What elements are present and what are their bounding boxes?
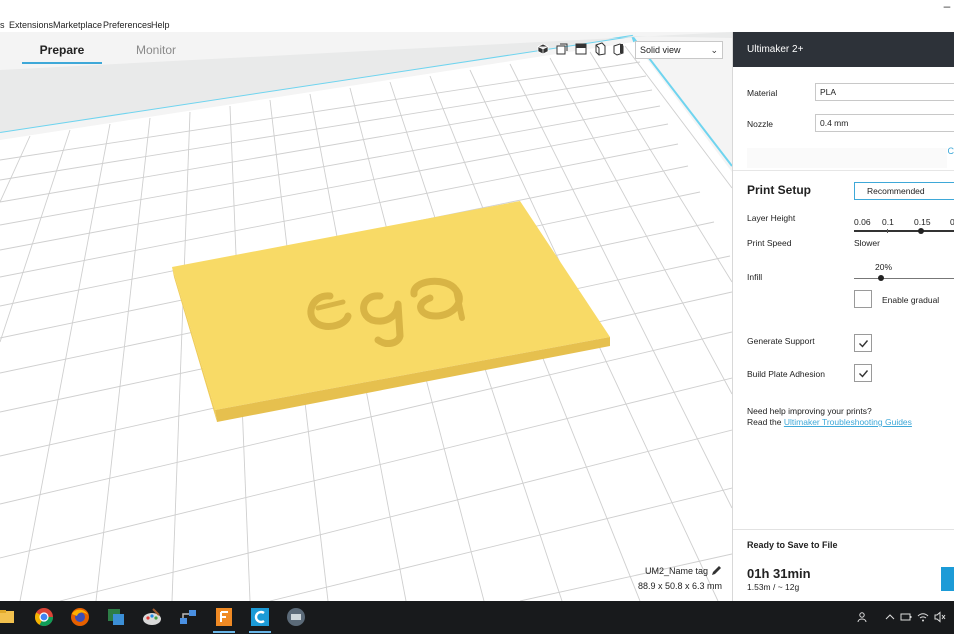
3d-view-icon[interactable] xyxy=(536,42,550,56)
chevron-up-icon[interactable] xyxy=(884,611,896,623)
tab-monitor[interactable]: Monitor xyxy=(118,42,194,64)
battery-icon[interactable] xyxy=(900,611,912,623)
troubleshooting-guides-link[interactable]: Ultimaker Troubleshooting Guides xyxy=(784,417,912,427)
settings-sidebar: Ultimaker 2+ Material PLA Nozzle 0.4 mm … xyxy=(732,32,954,601)
menu-item-marketplace[interactable]: Marketplace xyxy=(53,20,102,30)
layer-height-tick: 0 xyxy=(950,217,954,227)
material-label: Material xyxy=(747,88,778,98)
infill-value: 20% xyxy=(875,262,893,272)
right-view-icon[interactable] xyxy=(612,42,626,56)
view-mode-value: Solid view xyxy=(640,45,681,55)
pencil-icon[interactable] xyxy=(711,565,722,576)
layer-height-slider-track[interactable] xyxy=(854,230,954,232)
windows-taskbar xyxy=(0,601,954,634)
menu-item-help[interactable]: Help xyxy=(151,20,170,30)
print-speed-value: Slower xyxy=(854,238,880,248)
firefox-icon[interactable] xyxy=(69,606,91,628)
faded-row xyxy=(747,148,947,168)
infill-slider-track[interactable] xyxy=(854,278,954,279)
paint-icon[interactable] xyxy=(141,606,163,628)
object-name: UM2_Name tag xyxy=(644,566,708,576)
print-estimate: 01h 31min 1.53m / ~ 12g xyxy=(733,562,954,601)
enable-gradual-label: Enable gradual xyxy=(882,295,940,305)
divider xyxy=(733,170,954,171)
title-bar: – xyxy=(0,0,954,18)
cura-icon[interactable] xyxy=(249,606,271,628)
help-read-prefix: Read the xyxy=(747,417,782,427)
generate-support-label: Generate Support xyxy=(747,336,815,346)
menu-item-preferences[interactable]: Preferences xyxy=(103,20,152,30)
chevron-down-icon: ⌄ xyxy=(710,45,718,55)
troubleshooting-help: Need help improving your prints? Read th… xyxy=(747,406,912,428)
layer-height-tick: 0.1 xyxy=(882,217,894,227)
menu-bar: s Extensions Marketplace Preferences Hel… xyxy=(0,18,954,32)
top-view-icon[interactable] xyxy=(574,42,588,56)
layer-height-label: Layer Height xyxy=(747,213,796,223)
faded-link[interactable]: C xyxy=(948,146,954,156)
network-icon[interactable] xyxy=(177,606,199,628)
layer-height-tick: 0.15 xyxy=(914,217,931,227)
save-to-file-button[interactable] xyxy=(941,567,954,591)
printer-selector[interactable]: Ultimaker 2+ xyxy=(733,32,954,67)
print-time: 01h 31min xyxy=(747,566,811,581)
app-icon[interactable] xyxy=(105,606,127,628)
view-mode-select[interactable]: Solid view ⌄ xyxy=(635,41,723,59)
ready-to-save-label: Ready to Save to File xyxy=(733,529,954,562)
checkmark-icon xyxy=(859,340,869,348)
cura-window: – s Extensions Marketplace Preferences H… xyxy=(0,0,954,634)
object-dimensions: 88.9 x 50.8 x 6.3 mm xyxy=(637,581,722,591)
recommended-mode-button[interactable]: Recommended xyxy=(854,182,954,200)
build-plate-viewport[interactable]: Prepare Monitor Solid view ⌄ UM2_Name ta… xyxy=(0,32,732,601)
slider-tick xyxy=(887,229,888,233)
wifi-icon[interactable] xyxy=(917,611,929,623)
menu-item-extensions[interactable]: Extensions xyxy=(9,20,53,30)
tab-prepare[interactable]: Prepare xyxy=(22,42,102,64)
build-plate-adhesion-checkbox[interactable] xyxy=(854,364,872,382)
object-name-wrap: UM2_Name tag xyxy=(638,566,722,576)
nozzle-label: Nozzle xyxy=(747,119,773,129)
infill-slider-handle[interactable] xyxy=(878,275,885,281)
object-info: UM2_Name tag 88.9 x 50.8 x 6.3 mm xyxy=(638,566,722,591)
print-setup-title: Print Setup xyxy=(747,183,812,197)
front-view-icon[interactable] xyxy=(555,42,569,56)
material-select[interactable]: PLA xyxy=(815,83,954,101)
volume-muted-icon[interactable] xyxy=(934,611,946,623)
file-explorer-icon[interactable] xyxy=(0,606,20,628)
build-plate-scene xyxy=(0,32,732,601)
nozzle-select[interactable]: 0.4 mm xyxy=(815,114,954,132)
people-icon[interactable] xyxy=(857,611,869,623)
checkmark-icon xyxy=(859,370,869,378)
left-view-icon[interactable] xyxy=(593,42,607,56)
layer-height-slider-handle[interactable] xyxy=(918,228,924,234)
generate-support-checkbox[interactable] xyxy=(854,334,872,352)
help-read-line: Read the Ultimaker Troubleshooting Guide… xyxy=(747,417,912,428)
chrome-icon[interactable] xyxy=(33,606,55,628)
active-indicator xyxy=(213,631,235,633)
infill-label: Infill xyxy=(747,272,763,282)
app2-icon[interactable] xyxy=(285,606,307,628)
minimize-button[interactable]: – xyxy=(940,0,954,16)
layer-height-tick: 0.06 xyxy=(854,217,871,227)
active-indicator xyxy=(249,631,271,633)
f-app-icon[interactable] xyxy=(213,606,235,628)
help-question: Need help improving your prints? xyxy=(747,406,872,416)
material-estimate: 1.53m / ~ 12g xyxy=(747,582,800,592)
print-speed-label: Print Speed xyxy=(747,238,792,248)
enable-gradual-checkbox[interactable] xyxy=(854,290,872,308)
build-plate-adhesion-label: Build Plate Adhesion xyxy=(747,369,825,379)
menu-item-file[interactable]: s xyxy=(0,20,5,30)
